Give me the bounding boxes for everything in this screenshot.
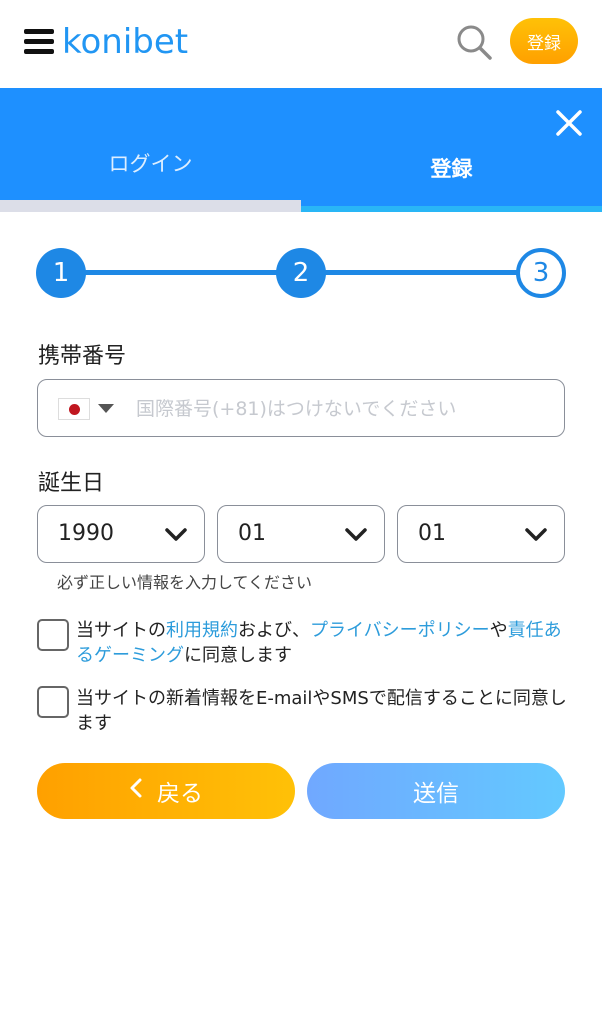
chevron-down-icon: [345, 528, 367, 541]
jp-flag-icon[interactable]: [58, 398, 90, 420]
birthday-label: 誕生日: [38, 471, 105, 496]
register-button-header[interactable]: 登録: [510, 18, 578, 64]
tab-login[interactable]: ログイン: [0, 148, 301, 178]
caret-down-icon[interactable]: [98, 404, 114, 413]
logo: konibet: [62, 22, 189, 62]
birth-year-select[interactable]: 1990: [37, 505, 205, 563]
terms-text-mid1: および、: [238, 620, 310, 641]
step-2: 2: [276, 248, 326, 298]
chevron-down-icon: [525, 528, 547, 541]
terms-link[interactable]: 利用規約: [166, 620, 238, 641]
top-bar: konibet 登録: [0, 0, 602, 88]
terms-text-mid2: や: [489, 620, 508, 641]
newsletter-checkbox[interactable]: [37, 686, 69, 718]
search-icon[interactable]: [454, 22, 494, 62]
stepper-line-1: [61, 270, 301, 275]
step-1: 1: [36, 248, 86, 298]
birth-day-value: 01: [418, 521, 446, 546]
terms-text-pre: 当サイトの: [76, 620, 166, 641]
newsletter-agreement-text: 当サイトの新着情報をE-mailやSMSで配信することに同意します: [76, 688, 567, 734]
birth-year-value: 1990: [58, 521, 114, 546]
back-button[interactable]: 戻る: [37, 763, 295, 819]
tab-indicator-inactive: [0, 200, 301, 212]
terms-text-post: に同意します: [184, 645, 292, 666]
birth-month-select[interactable]: 01: [217, 505, 385, 563]
birth-day-select[interactable]: 01: [397, 505, 565, 563]
tab-indicator-active: [301, 200, 602, 212]
back-button-label: 戻る: [157, 781, 203, 807]
privacy-policy-link[interactable]: プライバシーポリシー: [310, 620, 490, 641]
send-button[interactable]: 送信: [307, 763, 565, 819]
birth-month-value: 01: [238, 521, 266, 546]
birthday-hint: 必ず正しい情報を入力してください: [57, 573, 313, 592]
terms-checkbox[interactable]: [37, 619, 69, 651]
chevron-down-icon: [165, 528, 187, 541]
menu-icon[interactable]: [24, 26, 56, 58]
phone-input[interactable]: [136, 392, 546, 426]
terms-agreement-text: 当サイトの利用規約および、プライバシーポリシーや責任あるゲーミングに同意します: [76, 618, 576, 668]
chevron-left-icon: [129, 777, 143, 805]
phone-label: 携帯番号: [38, 344, 127, 369]
progress-stepper: 1 2 3: [36, 248, 566, 298]
step-3: 3: [516, 248, 566, 298]
phone-field: [37, 379, 565, 437]
tab-register[interactable]: 登録: [301, 153, 602, 183]
stepper-line-2: [301, 270, 541, 275]
close-icon[interactable]: [554, 108, 584, 138]
